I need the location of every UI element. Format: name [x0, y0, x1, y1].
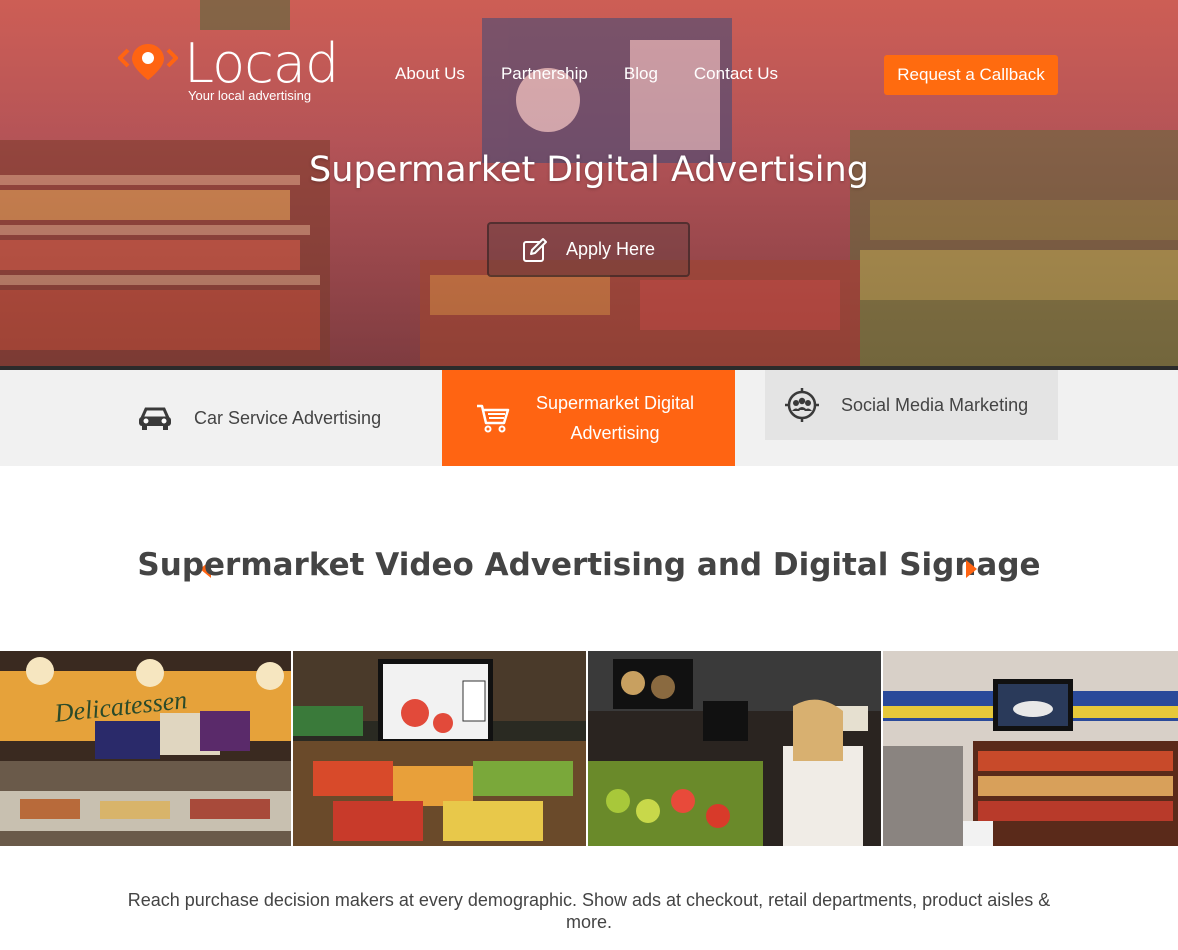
main-nav: About Us Partnership Blog Contact Us [395, 64, 814, 84]
apply-here-button[interactable]: Apply Here [487, 222, 690, 277]
photo-gallery: Delicatessen [0, 651, 1178, 846]
chevron-right-icon[interactable] [964, 558, 980, 580]
nav-blog[interactable]: Blog [624, 64, 658, 84]
nav-contact-us[interactable]: Contact Us [694, 64, 778, 84]
shopper-screens-photo [588, 651, 883, 846]
people-target-icon [785, 388, 819, 422]
location-pin-icon [118, 44, 178, 80]
hero-banner: Locad Your local advertising About Us Pa… [0, 0, 1178, 366]
produce-display-photo [293, 651, 588, 846]
apply-here-label: Apply Here [565, 239, 656, 259]
tab-social-media[interactable]: Social Media Marketing [765, 370, 1058, 440]
tab-supermarket-label: Supermarket Digital Advertising [535, 393, 695, 443]
tab-car-service[interactable]: Car Service Advertising [118, 370, 442, 466]
tab-supermarket[interactable]: Supermarket Digital Advertising [442, 370, 735, 466]
tab-car-service-label: Car Service Advertising [194, 407, 382, 428]
section-description: Reach purchase decision makers at every … [127, 890, 1051, 932]
deli-counter-photo [883, 651, 1178, 846]
car-icon [138, 405, 172, 431]
section-title: Supermarket Video Advertising and Digita… [137, 547, 1041, 583]
request-callback-button[interactable]: Request a Callback [884, 55, 1058, 95]
tab-social-media-label: Social Media Marketing [841, 394, 1029, 415]
logo-wordmark: Locad [184, 32, 339, 95]
delicatessen-photo: Delicatessen [0, 651, 293, 846]
shopping-cart-icon [476, 403, 510, 433]
logo-tagline: Your local advertising [188, 88, 312, 103]
nav-partnership[interactable]: Partnership [501, 64, 588, 84]
page-title: Supermarket Digital Advertising [309, 150, 869, 190]
logo[interactable]: Locad Your local advertising [118, 32, 339, 108]
service-tabs: Car Service Advertising Supermarket Digi… [0, 370, 1178, 466]
edit-icon [522, 237, 547, 262]
nav-about-us[interactable]: About Us [395, 64, 465, 84]
